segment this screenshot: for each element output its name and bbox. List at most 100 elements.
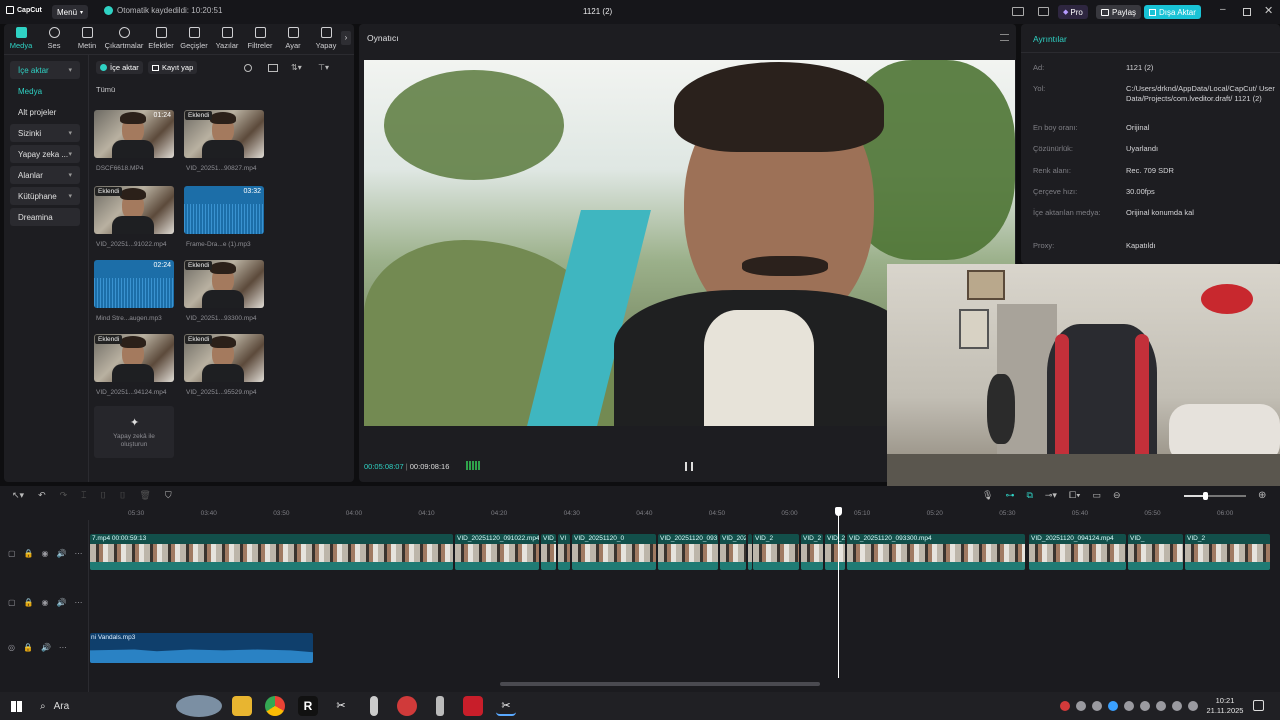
- undo-icon[interactable]: ↶: [38, 490, 46, 501]
- network-icon[interactable]: [1172, 701, 1182, 711]
- shield-icon[interactable]: ⛉: [165, 490, 172, 501]
- sidebar-item-subprojects[interactable]: Alt projeler: [10, 103, 80, 121]
- video-clip[interactable]: VID_20251120_094124.mp4: [1029, 534, 1126, 570]
- minimize-icon[interactable]: –: [1220, 4, 1226, 15]
- sidebar-item-media[interactable]: Medya: [10, 82, 80, 100]
- eye-icon[interactable]: ◉: [42, 598, 49, 607]
- tray-app-icon[interactable]: [1092, 701, 1102, 711]
- close-icon[interactable]: ✕: [1264, 4, 1273, 17]
- video-clip[interactable]: VID_20251120_0: [572, 534, 656, 570]
- video-clip[interactable]: 7.mp4 00:00:59:13: [90, 534, 453, 570]
- filter-icon[interactable]: ⊤▾: [318, 63, 329, 72]
- layout-icon[interactable]: [1012, 7, 1024, 16]
- r-app-icon[interactable]: R: [298, 696, 318, 716]
- video-clip[interactable]: VID_: [541, 534, 556, 570]
- tool-media[interactable]: Medya: [6, 20, 36, 56]
- lock-icon[interactable]: 🔒: [23, 643, 33, 652]
- video-clip[interactable]: VID_2: [1185, 534, 1270, 570]
- capcut-active-icon[interactable]: ✂: [496, 696, 516, 716]
- export-button[interactable]: Dışa Aktar: [1144, 5, 1201, 19]
- media-video-item[interactable]: Eklendi: [94, 186, 174, 234]
- pro-button[interactable]: ◆ Pro: [1058, 5, 1088, 19]
- maximize-icon[interactable]: [1243, 8, 1251, 16]
- sidebar-item-dreamina[interactable]: Dreamina: [10, 208, 80, 226]
- video-app-icon[interactable]: [463, 696, 483, 716]
- speaker-icon[interactable]: [1188, 701, 1198, 711]
- media-video-item[interactable]: Eklendi: [184, 110, 264, 158]
- usb-app-icon[interactable]: [370, 696, 378, 716]
- sidebar-item-ai[interactable]: Yapay zeka ... ▾: [10, 145, 80, 163]
- tool-audio[interactable]: Ses: [39, 20, 69, 56]
- link-icon[interactable]: ⧉: [1026, 490, 1032, 501]
- video-clip[interactable]: VID_20251120_091022.mp4: [455, 534, 539, 570]
- capcut-icon[interactable]: ✂: [331, 696, 351, 716]
- sidebar-item-library[interactable]: Kütüphane ▾: [10, 187, 80, 205]
- tool-ai[interactable]: Yapay: [311, 20, 341, 56]
- chrome-icon[interactable]: [265, 696, 285, 716]
- file-explorer-icon[interactable]: [232, 696, 252, 716]
- more-icon[interactable]: ⋯: [74, 598, 82, 607]
- dolphin-widget-icon[interactable]: [176, 695, 222, 717]
- media-audio-item[interactable]: 03:32: [184, 186, 264, 234]
- redo-icon[interactable]: ↷: [60, 490, 68, 501]
- time-ruler[interactable]: [88, 506, 1280, 520]
- record-button[interactable]: Kayıt yap: [148, 61, 198, 74]
- audio-clip[interactable]: ni Vandals.mp3: [90, 633, 313, 663]
- volume-icon[interactable]: 🔊: [41, 643, 51, 652]
- clock[interactable]: 10:21 21.11.2025: [1203, 696, 1247, 716]
- video-clip[interactable]: VI: [558, 534, 570, 570]
- bluetooth-icon[interactable]: [1108, 701, 1118, 711]
- video-clip[interactable]: VID_20251120_093300.mp4: [847, 534, 1025, 570]
- fullscreen-icon[interactable]: ▭: [1093, 490, 1102, 501]
- search-icon[interactable]: [244, 64, 252, 72]
- video-clip[interactable]: VID_202: [720, 534, 746, 570]
- davinci-icon[interactable]: [397, 696, 417, 716]
- share-button[interactable]: Paylaş: [1096, 5, 1142, 19]
- more-icon[interactable]: ⋯: [59, 643, 67, 652]
- tool-stickers[interactable]: Çıkartmalar: [105, 20, 143, 56]
- zoom-slider-handle[interactable]: [1203, 492, 1208, 500]
- shortcut-icon[interactable]: [1038, 7, 1049, 16]
- video-clip[interactable]: VID_2: [801, 534, 823, 570]
- zoom-out-icon[interactable]: ⊖: [1113, 490, 1121, 501]
- sidebar-item-yours[interactable]: Sizinki ▾: [10, 124, 80, 142]
- video-clip[interactable]: [748, 534, 752, 570]
- cursor-select-icon[interactable]: ↖▾: [12, 490, 24, 501]
- mic-app-icon[interactable]: [436, 696, 444, 716]
- import-button[interactable]: İçe aktar: [96, 61, 143, 74]
- snap-icon[interactable]: ⧠▾: [1069, 490, 1081, 501]
- tool-text[interactable]: Metin: [72, 20, 102, 56]
- tool-filters[interactable]: Filtreler: [245, 20, 275, 56]
- media-video-item[interactable]: Eklendi: [184, 260, 264, 308]
- delete-icon[interactable]: 🗑: [139, 490, 150, 501]
- player-menu-icon[interactable]: [1000, 34, 1009, 41]
- video-clip[interactable]: VID_: [1128, 534, 1183, 570]
- cover-icon[interactable]: ▢: [8, 598, 16, 607]
- tray-app-icon[interactable]: [1156, 701, 1166, 711]
- cover-icon[interactable]: ▢: [8, 549, 16, 558]
- video-clip[interactable]: VID_20251: [825, 534, 845, 570]
- split-right-icon[interactable]: ⌷: [120, 490, 125, 501]
- playhead-handle[interactable]: [835, 507, 842, 516]
- zoom-in-icon[interactable]: ⊕: [1258, 490, 1266, 501]
- microphone-icon[interactable]: 🎙: [982, 490, 993, 501]
- tray-app-icon[interactable]: [1076, 701, 1086, 711]
- sidebar-item-import[interactable]: İçe aktar ▾: [10, 61, 80, 79]
- split-icon[interactable]: ⌶: [81, 490, 86, 501]
- tool-captions[interactable]: Yazılar: [212, 20, 242, 56]
- volume-icon[interactable]: 🔊: [57, 549, 67, 558]
- volume-icon[interactable]: 🔊: [57, 598, 67, 607]
- video-clip[interactable]: VID_20251120_093: [658, 534, 718, 570]
- media-video-item[interactable]: Eklendi: [184, 334, 264, 382]
- sidebar-item-spaces[interactable]: Alanlar ▾: [10, 166, 80, 184]
- timeline-scrollbar[interactable]: [500, 682, 820, 686]
- split-left-icon[interactable]: ⌷: [101, 490, 106, 501]
- eye-icon[interactable]: ◉: [42, 549, 49, 558]
- media-video-item[interactable]: Eklendi: [94, 334, 174, 382]
- media-video-item[interactable]: 01:24: [94, 110, 174, 158]
- chevron-right-icon[interactable]: ›: [341, 31, 351, 45]
- menu-button[interactable]: Menü ▾: [52, 5, 89, 19]
- more-icon[interactable]: ⋯: [74, 549, 82, 558]
- preview-axis-icon[interactable]: ⊸▾: [1045, 490, 1057, 501]
- tray-app-icon[interactable]: [1140, 701, 1150, 711]
